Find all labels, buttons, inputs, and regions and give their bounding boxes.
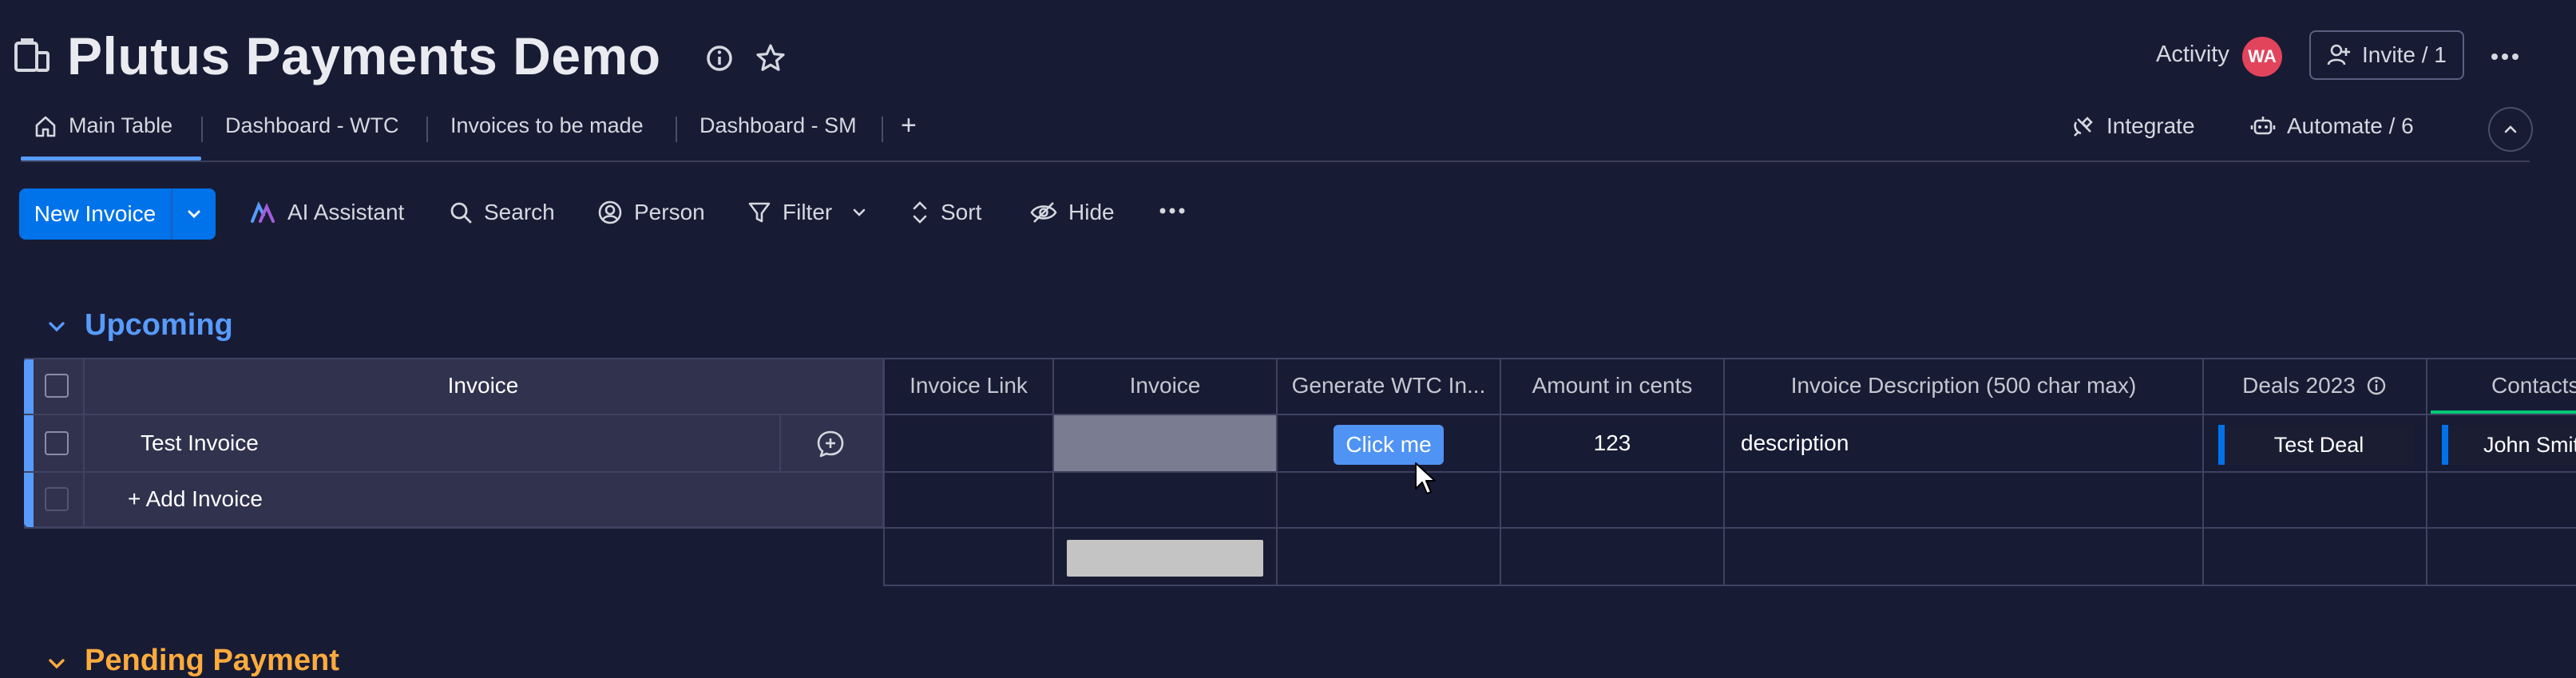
activity-button[interactable]: Activity: [2156, 42, 2229, 68]
hide-button[interactable]: Hide: [1030, 200, 1115, 225]
board-title[interactable]: Plutus Payments Demo: [67, 22, 661, 89]
invoice-link-cell[interactable]: [885, 415, 1052, 471]
automate-button[interactable]: Automate / 6: [2250, 113, 2414, 139]
home-icon: [34, 114, 57, 138]
mouse-cursor-icon: [1413, 462, 1437, 497]
column-header-invoice-name[interactable]: Invoice: [351, 358, 615, 414]
group-color-stripe: [24, 358, 34, 527]
eye-hidden-icon: [1030, 200, 1057, 224]
select-all-checkbox[interactable]: [45, 374, 69, 398]
tab-divider: [201, 117, 203, 142]
tab-divider: [882, 117, 883, 142]
column-header-generate-wtc[interactable]: Generate WTC In...: [1278, 358, 1500, 414]
add-view-button[interactable]: +: [901, 110, 917, 141]
row-divider: [24, 527, 2576, 529]
tab-dashboard-wtc[interactable]: Dashboard - WTC: [225, 113, 399, 138]
tab-main-table-label: Main Table: [69, 113, 173, 137]
person-filter-button[interactable]: Person: [597, 200, 705, 225]
group-title-upcoming[interactable]: Upcoming: [85, 308, 233, 343]
chevron-down-icon[interactable]: [43, 650, 70, 677]
tabs-divider: [21, 161, 2530, 162]
item-name[interactable]: Test Invoice: [141, 415, 763, 471]
add-update-icon[interactable]: [814, 428, 846, 460]
ai-assistant-icon: [249, 200, 276, 224]
column-header-deals[interactable]: Deals 2023: [2204, 358, 2426, 414]
collapse-header-button[interactable]: [2488, 107, 2533, 152]
add-invoice-button[interactable]: + Add Invoice: [128, 471, 607, 527]
new-invoice-dropdown[interactable]: [172, 188, 216, 240]
ai-assistant-label: AI Assistant: [287, 200, 405, 224]
contact-link-chip[interactable]: John Smith: [2442, 425, 2576, 465]
invite-label: Invite / 1: [2362, 42, 2447, 67]
tab-divider: [676, 117, 677, 142]
sort-button[interactable]: Sort: [910, 200, 981, 225]
board-icon: [13, 37, 53, 77]
column-header-invoice-link[interactable]: Invoice Link: [885, 358, 1052, 414]
row-divider: [883, 585, 2576, 586]
tab-divider: [426, 117, 428, 142]
add-row-checkbox: [45, 487, 69, 511]
ai-assistant-button[interactable]: AI Assistant: [249, 200, 404, 225]
search-button[interactable]: Search: [449, 200, 555, 225]
tab-invoices-to-be-made[interactable]: Invoices to be made: [450, 113, 644, 138]
column-header-deals-label: Deals 2023: [2242, 373, 2356, 398]
deal-link-chip[interactable]: Test Deal: [2218, 425, 2413, 465]
generate-wtc-button[interactable]: Click me: [1334, 425, 1444, 465]
column-divider: [83, 358, 85, 527]
star-icon[interactable]: [752, 40, 789, 77]
more-options-icon[interactable]: [2485, 38, 2525, 75]
column-header-contacts[interactable]: Contacts: [2427, 358, 2576, 414]
avatar[interactable]: WA: [2242, 37, 2282, 77]
filter-button[interactable]: Filter: [747, 200, 869, 225]
new-invoice-button[interactable]: New Invoice: [19, 188, 172, 240]
toolbar-more-icon[interactable]: [1156, 201, 1188, 220]
amount-cell[interactable]: 123: [1501, 415, 1723, 471]
invite-button[interactable]: Invite / 1: [2309, 30, 2464, 80]
tab-main-table[interactable]: Main Table: [34, 113, 172, 138]
group-title-pending-payment[interactable]: Pending Payment: [85, 644, 339, 678]
hide-label: Hide: [1068, 200, 1115, 224]
column-divider: [779, 414, 781, 471]
robot-icon: [2250, 114, 2276, 138]
person-label: Person: [634, 200, 705, 224]
chevron-down-icon[interactable]: [43, 313, 70, 340]
info-icon[interactable]: [701, 40, 738, 77]
invoice-file-cell[interactable]: [1054, 415, 1276, 471]
new-invoice-button-group: New Invoice: [19, 188, 216, 240]
column-color-indicator: [2431, 410, 2576, 414]
tab-dashboard-sm[interactable]: Dashboard - SM: [699, 113, 857, 138]
automate-label: Automate / 6: [2287, 113, 2414, 138]
row-checkbox[interactable]: [45, 431, 69, 455]
add-person-icon: [2327, 43, 2351, 67]
filter-label: Filter: [783, 200, 833, 224]
file-summary-bar: [1067, 540, 1263, 577]
chevron-down-icon: [184, 204, 204, 224]
search-icon: [449, 200, 473, 224]
integrate-button[interactable]: Integrate: [2071, 113, 2195, 139]
person-icon: [597, 200, 623, 225]
column-header-amount[interactable]: Amount in cents: [1501, 358, 1723, 414]
filter-icon: [747, 200, 771, 224]
integrate-icon: [2071, 114, 2095, 138]
search-label: Search: [484, 200, 555, 224]
column-header-description[interactable]: Invoice Description (500 char max): [1725, 358, 2202, 414]
info-icon[interactable]: [2365, 375, 2388, 397]
sort-icon: [910, 200, 929, 225]
sort-label: Sort: [941, 200, 982, 224]
description-cell[interactable]: description: [1741, 415, 2188, 471]
column-header-invoice[interactable]: Invoice: [1054, 358, 1276, 414]
chevron-up-icon: [2501, 120, 2520, 139]
chevron-down-icon[interactable]: [850, 203, 869, 222]
integrate-label: Integrate: [2106, 113, 2195, 138]
